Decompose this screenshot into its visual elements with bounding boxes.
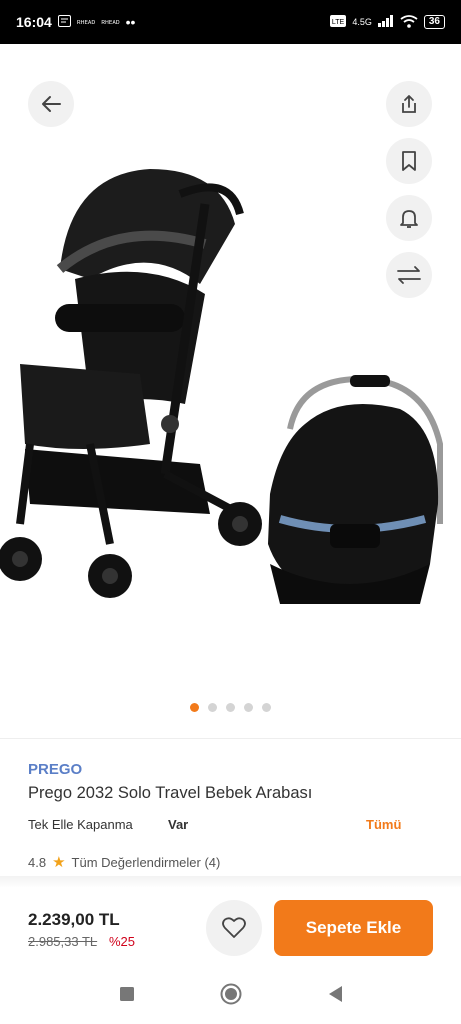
network-type: 4.5G bbox=[352, 17, 372, 27]
status-app-label-b: ʀʜᴇᴀᴅ bbox=[101, 18, 120, 26]
product-title: Prego 2032 Solo Travel Bebek Arabası bbox=[28, 784, 313, 802]
bookmark-icon bbox=[402, 151, 416, 171]
status-bar: 16:04 ʀʜᴇᴀᴅ ʀʜᴇᴀᴅ •• LTE 4.5G 36 bbox=[0, 0, 461, 44]
compare-icon bbox=[397, 266, 421, 284]
product-image-gallery[interactable] bbox=[0, 44, 461, 734]
nav-home-icon[interactable] bbox=[220, 983, 242, 1010]
back-button[interactable] bbox=[28, 81, 74, 127]
reviews-link[interactable]: Tüm Değerlendirmeler (4) bbox=[72, 855, 221, 870]
message-icon bbox=[57, 14, 71, 30]
attribute-name: Tek Elle Kapanma bbox=[28, 817, 133, 832]
add-to-cart-button[interactable]: Sepete Ekle bbox=[274, 900, 433, 956]
status-time: 16:04 bbox=[16, 14, 52, 30]
image-pagination bbox=[0, 703, 461, 712]
back-arrow-icon bbox=[42, 96, 61, 112]
pagination-dot[interactable] bbox=[262, 703, 271, 712]
divider bbox=[0, 876, 461, 888]
old-price: 2.985,33 TL bbox=[28, 934, 98, 949]
pagination-dot[interactable] bbox=[226, 703, 235, 712]
pagination-dot[interactable] bbox=[244, 703, 253, 712]
bell-icon bbox=[400, 210, 418, 228]
star-icon: ★ bbox=[52, 854, 66, 871]
system-nav-bar bbox=[0, 968, 461, 1024]
pagination-dot[interactable] bbox=[190, 703, 199, 712]
compare-button[interactable] bbox=[386, 252, 432, 298]
product-image bbox=[0, 169, 443, 604]
bookmark-button[interactable] bbox=[386, 138, 432, 184]
volte-icon: LTE bbox=[330, 15, 347, 29]
nav-square-icon[interactable] bbox=[119, 986, 135, 1007]
price-alert-button[interactable] bbox=[386, 195, 432, 241]
attribute-value: Var bbox=[168, 817, 189, 832]
signal-icon bbox=[377, 15, 394, 29]
share-button[interactable] bbox=[386, 81, 432, 127]
battery-indicator: 36 bbox=[423, 15, 445, 29]
product-info: PREGO Prego 2032 Solo Travel Bebek Araba… bbox=[0, 738, 461, 878]
status-app-label-a: ʀʜᴇᴀᴅ bbox=[76, 18, 96, 26]
nav-back-icon[interactable] bbox=[327, 985, 343, 1008]
favorite-button[interactable] bbox=[206, 900, 262, 956]
brand-link[interactable]: PREGO bbox=[28, 761, 82, 778]
rating-row[interactable]: 4.8 ★ Tüm Değerlendirmeler (4) bbox=[28, 853, 220, 871]
svg-text:LTE: LTE bbox=[332, 19, 345, 26]
heart-icon bbox=[222, 917, 246, 938]
pagination-dot[interactable] bbox=[208, 703, 217, 712]
attributes-all-link[interactable]: Tümü bbox=[366, 817, 401, 832]
discount-badge: %25 bbox=[109, 934, 136, 949]
current-price: 2.239,00 TL bbox=[28, 910, 120, 929]
rating-value: 4.8 bbox=[28, 854, 47, 870]
wifi-icon bbox=[400, 14, 418, 30]
status-more: •• bbox=[125, 14, 136, 30]
purchase-bar: 2.239,00 TL 2.985,33 TL %25 Sepete Ekle bbox=[0, 888, 461, 968]
share-icon bbox=[402, 95, 416, 113]
